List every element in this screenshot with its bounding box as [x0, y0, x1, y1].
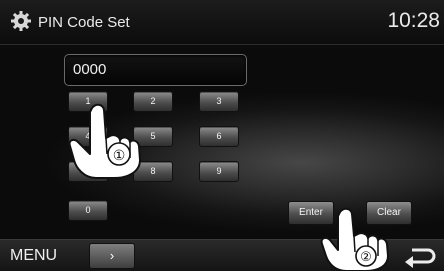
key-9-button[interactable]: 9 [199, 161, 239, 182]
hand-pointer-icon: ② [320, 207, 389, 271]
menu-button[interactable]: MENU [4, 243, 63, 268]
header-bar: PIN Code Set 10:28 [0, 0, 444, 45]
clock: 10:28 [387, 9, 440, 32]
gear-icon [11, 11, 31, 31]
key-3-button[interactable]: 3 [199, 91, 239, 112]
next-page-button[interactable]: › [89, 243, 135, 269]
pin-code-set-screen: PIN Code Set 10:28 0000 1 2 3 4 5 6 7 8 … [0, 0, 444, 271]
pin-code-field[interactable]: 0000 [64, 54, 247, 86]
step-1-label: ① [113, 147, 126, 163]
key-0-button[interactable]: 0 [68, 200, 108, 221]
key-6-button[interactable]: 6 [199, 126, 239, 147]
hand-pointer-icon: ① [68, 103, 141, 179]
step-2-label: ② [360, 249, 372, 264]
page-title: PIN Code Set [38, 14, 130, 31]
return-arrow-icon[interactable] [402, 244, 438, 268]
pin-code-value: 0000 [73, 61, 107, 78]
